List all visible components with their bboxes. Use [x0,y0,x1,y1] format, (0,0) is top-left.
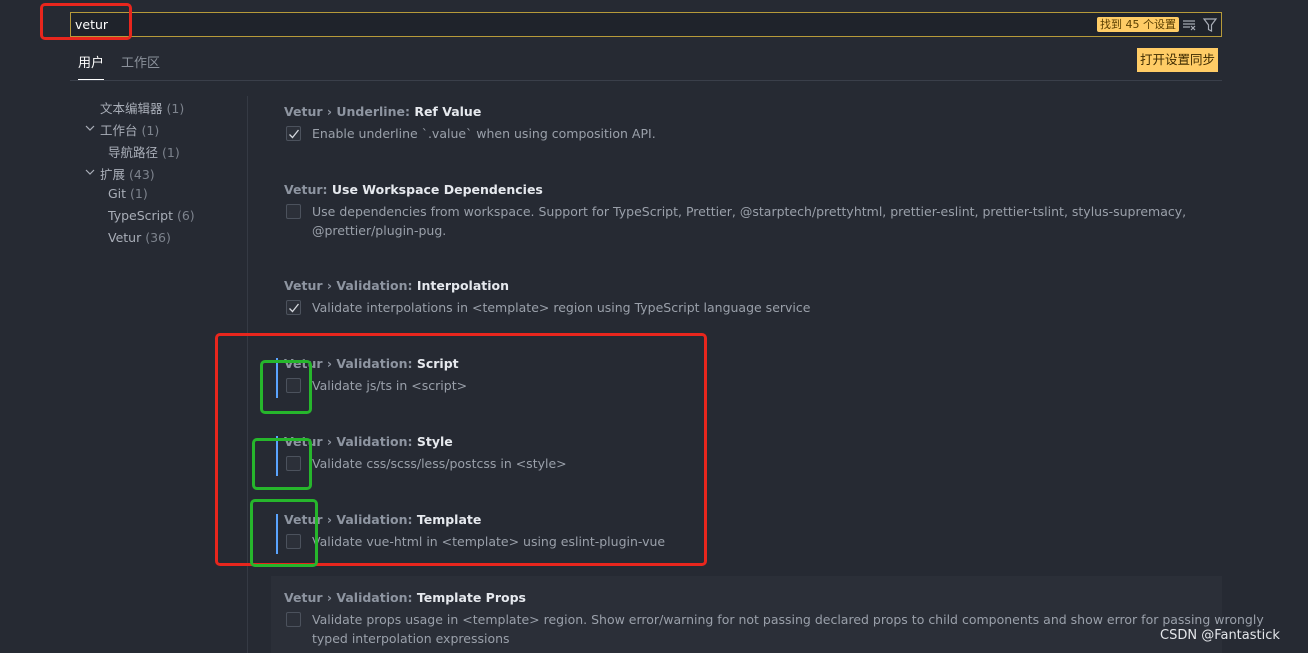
setting-description-line: Use dependencies from workspace. Support… [312,204,1187,219]
filter-funnel-icon[interactable] [1202,17,1218,33]
sidebar-item-extensions[interactable]: 扩展 (43) [100,164,155,183]
tab-user[interactable]: 用户 [78,56,105,80]
sidebar-item-workbench[interactable]: 工作台 (1) [100,120,159,139]
setting-title: Vetur › Validation: Interpolation [284,278,509,293]
sidebar-item-count: (43) [129,167,155,182]
sidebar-item-label: 导航路径 [108,145,159,160]
annotation-red-box-search [40,3,132,40]
open-settings-sync-button[interactable]: 打开设置同步 [1137,48,1219,72]
annotation-green-box-style [252,438,312,490]
setting-title-prefix: Vetur › Validation: [284,590,417,605]
setting-title: Vetur › Underline: Ref Value [284,104,481,119]
sidebar-item-git[interactable]: Git (1) [108,186,148,201]
setting-title-name: Interpolation [416,278,510,293]
sidebar-item-label: 扩展 [100,167,126,182]
sidebar-item-count: (1) [141,123,160,138]
tab-workspace[interactable]: 工作区 [121,56,160,80]
sidebar-item-label: 工作台 [100,123,138,138]
sidebar-item-label: 文本编辑器 [100,101,163,116]
setting-title-name: Use Workspace Dependencies [331,182,543,197]
chevron-down-icon[interactable] [85,123,95,133]
checkmark-icon [289,303,300,313]
setting-checkbox[interactable] [286,612,301,627]
sidebar-item-label: Git [108,186,127,201]
setting-description-line: Validate props usage in <template> regio… [312,612,1264,627]
sidebar-item-typescript[interactable]: TypeScript (6) [108,208,195,223]
setting-description: Validate interpolations in <template> re… [312,300,811,315]
watermark-text: CSDN @Fantastick [1160,628,1280,643]
settings-search-input[interactable] [71,13,971,36]
settings-search-bar: 找到 45 个设置 [70,12,1222,37]
sidebar-item-label: TypeScript [108,208,173,223]
annotation-green-box-script [260,360,312,414]
sidebar-item-label: Vetur [108,230,142,245]
chevron-down-icon[interactable] [85,167,95,177]
sidebar-item-count: (6) [176,208,195,223]
setting-description-line: @prettier/plugin-pug. [312,223,447,238]
setting-title-name: Template Props [416,590,526,605]
setting-checkbox[interactable] [286,204,301,219]
annotation-green-box-template [250,499,318,567]
sidebar-item-text-editor[interactable]: 文本编辑器 (1) [100,98,184,117]
setting-checkbox[interactable] [286,300,301,315]
setting-title-prefix: Vetur › Underline: [284,104,415,119]
search-result-count-badge: 找到 45 个设置 [1097,17,1179,32]
setting-title-prefix: Vetur: [284,182,332,197]
setting-title-name: Ref Value [414,104,482,119]
setting-title: Vetur: Use Workspace Dependencies [284,182,543,197]
setting-checkbox[interactable] [286,126,301,141]
sidebar-item-breadcrumbs[interactable]: 导航路径 (1) [108,142,180,161]
sidebar-item-count: (1) [166,101,185,116]
setting-title: Vetur › Validation: Template Props [284,590,526,605]
setting-description: Enable underline `.value` when using com… [312,126,656,141]
clear-filter-icon[interactable] [1181,17,1197,33]
checkmark-icon [289,129,300,139]
sidebar-item-count: (1) [130,186,148,201]
sidebar-item-count: (36) [145,230,171,245]
setting-description-line: typed interpolation expressions [312,631,510,646]
setting-title-prefix: Vetur › Validation: [284,278,417,293]
tabs-divider [70,80,1222,81]
sidebar-item-count: (1) [162,145,180,160]
sidebar-item-vetur[interactable]: Vetur (36) [108,230,171,245]
